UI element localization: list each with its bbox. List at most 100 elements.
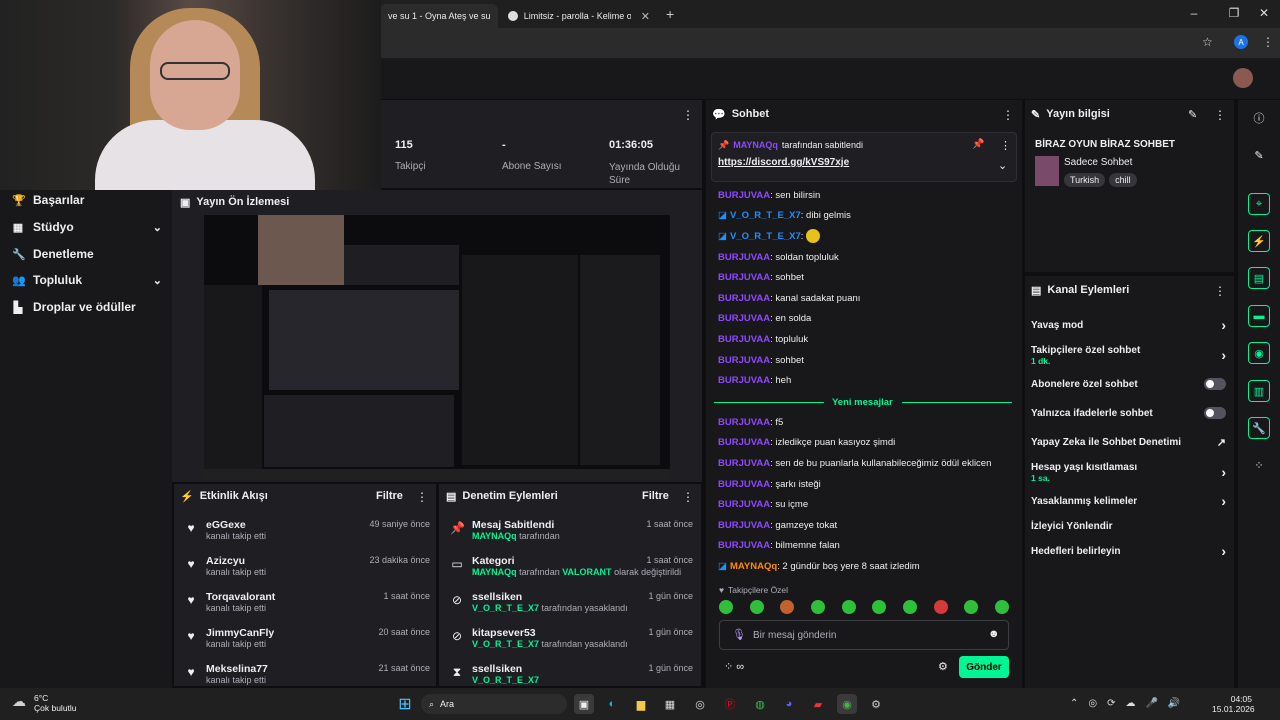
pinned-link[interactable]: https://discord.gg/kVS97xje bbox=[718, 157, 849, 168]
chat-message[interactable]: BURJUVAA: su içme bbox=[718, 494, 1014, 515]
layout-icon[interactable]: ▥ bbox=[1248, 380, 1270, 402]
close-icon[interactable]: ✕ bbox=[631, 10, 650, 23]
emote-icon[interactable] bbox=[902, 600, 917, 614]
chat-user[interactable]: BURJUVAA bbox=[718, 417, 770, 428]
store-icon[interactable]: ▦ bbox=[660, 694, 680, 714]
emote-picker-icon[interactable]: ☻ bbox=[988, 628, 1000, 640]
action-followers-only[interactable]: Takipçilere özel sohbet 1 dk. › bbox=[1031, 344, 1226, 366]
windows-start-icon[interactable]: ⊞ bbox=[395, 694, 415, 714]
chat-message[interactable]: BURJUVAA: sen de bu puanlarla kullanabil… bbox=[718, 453, 1014, 474]
new-tab-button[interactable]: + bbox=[666, 6, 674, 22]
taskbar-search[interactable]: ⌕ Ara bbox=[421, 694, 567, 714]
close-window-icon[interactable]: ✕ bbox=[1256, 6, 1272, 20]
chrome-icon[interactable]: ◉ bbox=[837, 694, 857, 714]
send-button[interactable]: Gönder bbox=[959, 656, 1009, 678]
browser-tab[interactable]: Limitsiz - parolla - Kelime oyunu✕ bbox=[500, 4, 658, 28]
sidebar-item-drops[interactable]: ▙ Droplar ve ödüller bbox=[12, 300, 162, 314]
chat-user[interactable]: V_O_R_T_E_X7 bbox=[730, 231, 801, 242]
chat-message[interactable]: BURJUVAA: izledikçe puan kasıyoz şimdi bbox=[718, 433, 1014, 454]
list-item[interactable]: ⊘ kitapsever53 V_O_R_T_E_X7 tarafından yas… bbox=[450, 627, 693, 663]
list-item[interactable]: ♥ Mekselina77 kanalı takip etti 21 saat önc… bbox=[184, 663, 430, 685]
chat-settings-icon[interactable]: ⚙ bbox=[938, 660, 948, 673]
app-icon[interactable]: ◎ bbox=[690, 694, 710, 714]
chat-bubble-icon[interactable]: ▬ bbox=[1248, 305, 1270, 327]
tag-badge[interactable]: Turkish bbox=[1064, 173, 1106, 187]
list-item[interactable]: ♥ Torqavalorant kanalı takip etti 1 saat ön… bbox=[184, 591, 430, 627]
add-widget-icon[interactable]: ⁘ bbox=[1248, 454, 1270, 476]
list-item[interactable]: 📌 Mesaj Sabitlendi MAYNAQq tarafından 1 saa… bbox=[450, 519, 693, 555]
subs-only-toggle[interactable] bbox=[1204, 378, 1226, 390]
pencil-icon[interactable]: ✎ bbox=[1248, 144, 1270, 166]
chat-user[interactable]: BURJUVAA bbox=[718, 293, 770, 304]
edit-icon[interactable]: ✎ bbox=[1188, 108, 1197, 121]
chat-message[interactable]: BURJUVAA: heh bbox=[718, 370, 1014, 391]
pinned-menu-icon[interactable]: ⋮ bbox=[1000, 139, 1011, 152]
clock[interactable]: 04:05 15.01.2026 bbox=[1212, 694, 1255, 714]
chat-message[interactable]: BURJUVAA: gamzeye tokat bbox=[718, 515, 1014, 536]
pinned-message[interactable]: 📌 MAYNAQq tarafından sabitlendi https://di… bbox=[711, 132, 1017, 182]
chat-message[interactable]: BURJUVAA: şarkı isteği bbox=[718, 474, 1014, 495]
list-item[interactable]: ⊘ ssellsiken V_O_R_T_E_X7 tarafından yasak… bbox=[450, 591, 693, 627]
emote-icon[interactable] bbox=[780, 600, 795, 614]
chat-user[interactable]: BURJUVAA bbox=[718, 520, 770, 531]
chat-user[interactable]: BURJUVAA bbox=[718, 334, 770, 345]
action-raid[interactable]: İzleyici Yönlendir bbox=[1031, 519, 1226, 533]
sidebar-item-community[interactable]: 👥 Topluluk ⌄ bbox=[12, 273, 162, 287]
stream-info-menu-icon[interactable]: ⋮ bbox=[1214, 108, 1226, 122]
chat-user[interactable]: MAYNAQq bbox=[730, 561, 777, 572]
action-ai-moderation[interactable]: Yapay Zeka ile Sohbet Denetimi ↗ bbox=[1031, 435, 1226, 449]
chat-message[interactable]: BURJUVAA: en solda bbox=[718, 309, 1014, 330]
document-icon[interactable]: ▤ bbox=[1248, 267, 1270, 289]
chat-message[interactable]: ◪ MAYNAQq: 2 gündür boş yere 8 saat izled… bbox=[718, 556, 1014, 577]
emote-icon[interactable] bbox=[964, 600, 979, 614]
minimize-icon[interactable]: – bbox=[1186, 6, 1202, 20]
sidebar-item-studio[interactable]: ▦ Stüdyo ⌄ bbox=[12, 220, 162, 234]
emote-icon[interactable] bbox=[719, 600, 733, 614]
stream-category[interactable]: Sadece Sohbet bbox=[1064, 157, 1132, 168]
chat-user[interactable]: V_O_R_T_E_X7 bbox=[730, 210, 801, 221]
chat-user[interactable]: BURJUVAA bbox=[718, 313, 770, 324]
maximize-icon[interactable]: ❐ bbox=[1226, 6, 1242, 20]
close-icon[interactable]: ✕ bbox=[491, 10, 498, 23]
chat-input[interactable]: 🎙 Bir mesaj gönderin ☻ bbox=[719, 620, 1009, 650]
activity-menu-icon[interactable]: ⋮ bbox=[416, 490, 428, 504]
avatar[interactable] bbox=[1233, 68, 1253, 88]
task-view-icon[interactable]: ▣ bbox=[574, 694, 594, 714]
unpin-icon[interactable]: 📌 bbox=[972, 139, 984, 150]
discord-icon[interactable]: ◕ bbox=[779, 694, 799, 714]
clip-icon[interactable]: ⌖ bbox=[1248, 193, 1270, 215]
chat-message[interactable]: ◪ V_O_R_T_E_X7: bbox=[718, 226, 1014, 247]
list-item[interactable]: ⧗ ssellsiken V_O_R_T_E_X7 1 gün önce bbox=[450, 663, 693, 685]
emote-icon[interactable] bbox=[810, 600, 825, 614]
browser-tab[interactable]: ve su 1 - Oyna Ateş ve su✕ bbox=[380, 4, 498, 28]
list-item[interactable]: ▭ Kategori MAYNAQq tarafından VALORANT ola… bbox=[450, 555, 693, 591]
edge-icon[interactable]: ◐ bbox=[602, 694, 622, 714]
stream-preview-video[interactable] bbox=[204, 215, 670, 479]
chat-user[interactable]: BURJUVAA bbox=[718, 355, 770, 366]
chat-message[interactable]: BURJUVAA: kanal sadakat puanı bbox=[718, 288, 1014, 309]
chat-user[interactable]: BURJUVAA bbox=[718, 540, 770, 551]
lightning-icon[interactable]: ⚡ bbox=[1248, 230, 1270, 252]
action-emote-only[interactable]: Yalnızca ifadelerle sohbet bbox=[1031, 406, 1226, 420]
emote-icon[interactable] bbox=[749, 600, 764, 614]
list-item[interactable]: ♥ JimmyCanFly kanalı takip etti 20 saat önc… bbox=[184, 627, 430, 663]
chat-user[interactable]: BURJUVAA bbox=[718, 252, 770, 263]
file-explorer-icon[interactable]: ▆ bbox=[631, 694, 651, 714]
chat-message[interactable]: ◪ V_O_R_T_E_X7: dibi gelmis bbox=[718, 206, 1014, 227]
globe-icon[interactable]: ◍ bbox=[750, 694, 770, 714]
chat-message[interactable]: BURJUVAA: sen bilirsin bbox=[718, 185, 1014, 206]
bookmark-star-icon[interactable]: ☆ bbox=[1202, 35, 1213, 49]
app-red-icon[interactable]: ▰ bbox=[808, 694, 828, 714]
broadcast-icon[interactable]: ◉ bbox=[1248, 342, 1270, 364]
info-icon[interactable]: ⓘ bbox=[1248, 107, 1270, 129]
chat-message[interactable]: BURJUVAA: bilmemne falan bbox=[718, 536, 1014, 557]
emote-icon[interactable] bbox=[994, 600, 1009, 614]
chat-message[interactable]: BURJUVAA: soldan topluluk bbox=[718, 247, 1014, 268]
weather-icon[interactable]: ☁ bbox=[12, 693, 26, 710]
wrench-icon[interactable]: 🔧 bbox=[1248, 417, 1270, 439]
pinterest-icon[interactable]: Ⓟ bbox=[720, 694, 740, 714]
emote-only-toggle[interactable] bbox=[1204, 407, 1226, 419]
chat-menu-icon[interactable]: ⋮ bbox=[1002, 108, 1014, 122]
settings-gear-icon[interactable]: ⚙ bbox=[866, 694, 886, 714]
chat-user[interactable]: BURJUVAA bbox=[718, 499, 770, 510]
